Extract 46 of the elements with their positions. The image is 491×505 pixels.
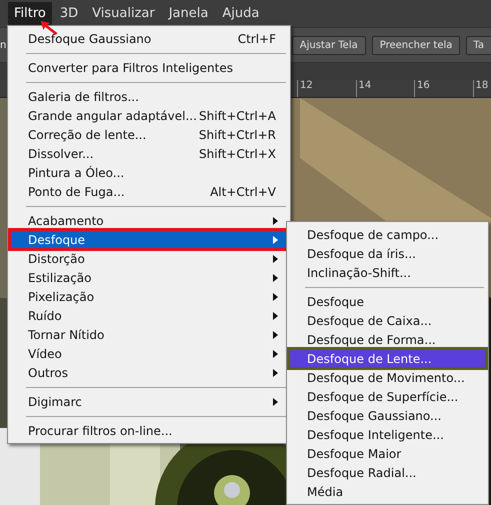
menu-item[interactable]: Desfoque da íris... [289, 244, 486, 263]
menu-item[interactable]: Desfoque Maior [289, 444, 486, 463]
menu-item[interactable]: Desfoque de campo... [289, 225, 486, 244]
options-button[interactable]: Preencher tela [372, 36, 460, 54]
menu-item[interactable]: Distorção [10, 249, 288, 268]
options-button[interactable]: Ta [466, 36, 491, 54]
menu-bar-item[interactable]: Visualizar [86, 2, 161, 25]
menu-item[interactable]: Pixelização [10, 287, 288, 306]
menu-item[interactable]: Digimarc [10, 392, 288, 411]
menu-item[interactable]: Desfoque de Forma... [289, 330, 486, 349]
menu-item[interactable]: Correção de lente... Shift+Ctrl+R [10, 125, 288, 144]
menu-item[interactable]: Desfoque de Superfície... [289, 387, 486, 406]
menu-bar-item[interactable]: 3D [54, 2, 84, 25]
options-label: n [0, 40, 6, 50]
menu-item[interactable]: Desfoque de Lente... [289, 349, 486, 368]
menu-item[interactable]: Desfoque [289, 292, 486, 311]
menu-item[interactable]: Desfoque Gaussiano Ctrl+F [10, 29, 288, 48]
menu-item[interactable]: Ruído [10, 306, 288, 325]
menu-item[interactable]: Desfoque de Movimento... [289, 368, 486, 387]
menu-item[interactable]: Converter para Filtros Inteligentes [10, 58, 288, 77]
menu-item[interactable]: Ponto de Fuga... Alt+Ctrl+V [10, 182, 288, 201]
menu-item[interactable]: Tornar Nítido [10, 325, 288, 344]
menu-item[interactable]: Média [289, 482, 486, 501]
ruler-label: 14 [356, 80, 374, 97]
menu-item[interactable]: Inclinação-Shift... [289, 263, 486, 282]
menu-item[interactable]: Desfoque Gaussiano... [289, 406, 486, 425]
menu-item[interactable]: Estilização [10, 268, 288, 287]
menu-item[interactable]: Vídeo [10, 344, 288, 363]
menu-item[interactable]: Grande angular adaptável... Shift+Ctrl+A [10, 106, 288, 125]
options-button[interactable]: Ajustar Tela [292, 36, 366, 54]
menu-item[interactable]: Desfoque Radial... [289, 463, 486, 482]
menu-item[interactable]: Procurar filtros on-line... [10, 421, 288, 440]
menu-bar-item[interactable]: Ajuda [216, 2, 266, 25]
ruler-label: 12 [297, 80, 316, 97]
menu-item[interactable]: Pintura a Óleo... [10, 163, 288, 182]
menu-item[interactable]: Desfoque Inteligente... [289, 425, 486, 444]
menu-item[interactable]: Desfoque de Caixa... [289, 311, 486, 330]
menu-item[interactable]: Acabamento [10, 211, 288, 230]
ruler-label: 16 [414, 80, 432, 97]
menu-item[interactable]: Dissolver... Shift+Ctrl+X [10, 144, 288, 163]
menu-item[interactable]: Outros [10, 363, 288, 382]
menu-item[interactable]: Desfoque [10, 230, 288, 249]
ruler-label: 18 [472, 80, 491, 97]
menu-bar-item[interactable]: Filtro [8, 2, 52, 25]
menu-item[interactable]: Galeria de filtros... [10, 87, 288, 106]
menu-bar-item[interactable]: Janela [162, 2, 214, 25]
